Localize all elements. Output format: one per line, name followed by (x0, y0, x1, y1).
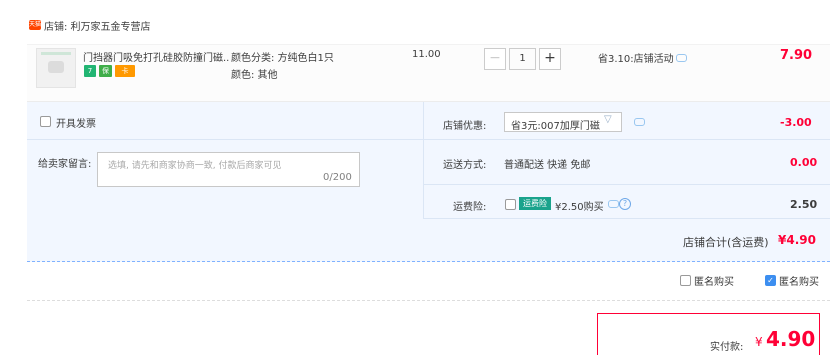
seller-message-char-count: 0/200 (323, 172, 352, 183)
seven-day-return-badge: 7 (84, 65, 96, 77)
seller-message-label: 给卖家留言: (38, 159, 92, 170)
item-total-price: 7.90 (780, 48, 813, 63)
help-icon[interactable]: ? (619, 198, 631, 210)
shipping-insurance-checkbox[interactable] (505, 199, 516, 210)
invoice-checkbox[interactable] (40, 116, 51, 127)
chat-bubble-icon[interactable] (608, 200, 619, 208)
payment-currency: ¥ (755, 335, 763, 349)
panel-divider (423, 102, 424, 218)
shop-discount-amount: -3.00 (780, 116, 812, 129)
quantity-input[interactable]: 1 (509, 48, 536, 70)
item-title-link[interactable]: 门挡器门吸免打孔硅胶防撞门磁... (83, 49, 229, 64)
shipping-method-value: 普通配送 快递 免邮 (504, 160, 591, 171)
actual-payment-value: 4.90 (766, 327, 816, 351)
invoice-label[interactable]: 开具发票 (56, 115, 96, 130)
store-total-label: 店铺合计(含运费) (683, 236, 769, 249)
checked-checkbox[interactable]: ✓ (765, 275, 776, 286)
item-thumbnail[interactable] (36, 48, 76, 88)
guarantee-badge: 保 (99, 65, 112, 77)
chevron-down-icon[interactable]: ▽ (604, 114, 612, 125)
item-sku-color: 颜色: 其他 (231, 70, 278, 81)
anonymous-label[interactable]: 匿名购买 (694, 273, 734, 288)
shop-discount-selected-value: 省3元:007加厚门磁 (511, 121, 600, 132)
tmall-store-icon: 天猫 (29, 20, 42, 30)
section-separator (27, 300, 830, 301)
shipping-insurance-label: 运费险: (453, 202, 487, 213)
store-name-link[interactable]: 店铺: 利万家五金专营店 (44, 18, 151, 33)
quantity-decrease-button[interactable]: − (484, 48, 506, 70)
quantity-increase-button[interactable]: + (539, 48, 561, 70)
seller-message-placeholder: 选填, 请先和商家协商一致, 付款后商家可见 (108, 161, 282, 171)
shipping-insurance-tag: 运费险 (519, 197, 551, 210)
panel-divider (27, 139, 423, 140)
actual-payment-label: 实付款: (710, 342, 744, 353)
item-sku-color-class: 颜色分类: 方纯色白1只 (231, 53, 334, 64)
chat-bubble-icon[interactable] (676, 54, 687, 62)
credit-card-badge: 卡 (115, 65, 135, 77)
second-option-label[interactable]: 匿名购买 (779, 273, 819, 288)
store-total-value: ¥4.90 (778, 233, 816, 247)
anonymous-checkbox[interactable] (680, 275, 691, 286)
shop-discount-label: 店铺优惠: (443, 121, 487, 132)
item-promo-text: 省3.10:店铺活动 (598, 54, 674, 65)
shipping-method-label: 运送方式: (443, 160, 487, 171)
panel-divider (423, 139, 830, 140)
panel-divider (423, 184, 830, 185)
shipping-insurance-amount: 2.50 (790, 198, 818, 211)
shipping-amount: 0.00 (790, 156, 818, 169)
chat-bubble-icon[interactable] (634, 118, 645, 126)
item-unit-price: 11.00 (412, 49, 441, 60)
panel-divider (423, 218, 830, 219)
shipping-insurance-price: ¥2.50购买 (555, 202, 604, 213)
